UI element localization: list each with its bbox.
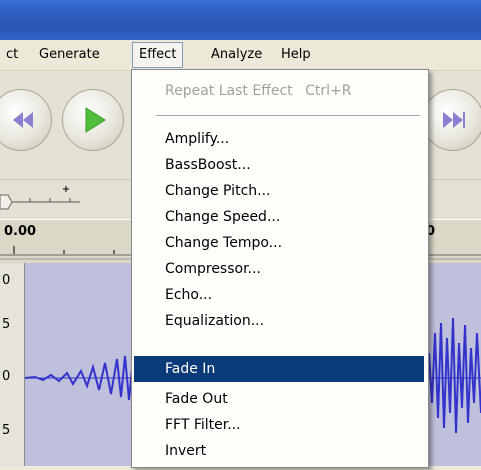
scale-label: 5 [2, 423, 11, 438]
skip-to-start-icon [13, 112, 33, 128]
menu-item-bassboost[interactable]: BassBoost... [134, 152, 424, 178]
menu-generate[interactable]: Generate [33, 43, 106, 67]
menu-item-label: Repeat Last Effect [165, 83, 293, 99]
menu-item-change-tempo[interactable]: Change Tempo... [134, 230, 424, 256]
menu-bar: ct Generate Effect Analyze Help [0, 40, 481, 71]
menu-effect[interactable]: Effect [132, 42, 184, 68]
menu-help[interactable]: Help [275, 43, 317, 67]
scale-label: 0 [2, 369, 11, 384]
effect-menu-dropdown: Repeat Last Effect Ctrl+R Amplify... Bas… [131, 69, 429, 468]
menu-transport[interactable]: ct [0, 43, 24, 67]
menu-item-invert[interactable]: Invert [134, 438, 424, 464]
menu-separator [156, 115, 420, 117]
play-button[interactable] [62, 89, 124, 151]
menu-item-fft-filter[interactable]: FFT Filter... [134, 412, 424, 438]
menu-item-repeat-last-effect[interactable]: Repeat Last Effect Ctrl+R [134, 78, 424, 104]
scale-label: 5 [2, 317, 11, 332]
gain-slider[interactable] [0, 180, 140, 220]
menu-item-compressor[interactable]: Compressor... [134, 256, 424, 282]
scale-label: 0 [2, 273, 11, 288]
track-amplitude-scale: 0 5 0 5 [0, 263, 25, 466]
menu-item-echo[interactable]: Echo... [134, 282, 424, 308]
menu-analyze[interactable]: Analyze [205, 43, 268, 67]
play-icon [85, 107, 106, 133]
menu-item-equalization[interactable]: Equalization... [134, 308, 424, 334]
skip-to-end-button[interactable] [422, 89, 481, 151]
title-bar [0, 0, 481, 40]
skip-to-start-button[interactable] [0, 89, 52, 151]
menu-item-fade-in[interactable]: Fade In [134, 356, 424, 382]
menu-item-amplify[interactable]: Amplify... [134, 126, 424, 152]
menu-item-fade-out[interactable]: Fade Out [134, 386, 424, 412]
skip-to-end-icon [443, 112, 465, 128]
menu-item-change-speed[interactable]: Change Speed... [134, 204, 424, 230]
menu-item-change-pitch[interactable]: Change Pitch... [134, 178, 424, 204]
shortcut-label: Ctrl+R [305, 83, 352, 99]
